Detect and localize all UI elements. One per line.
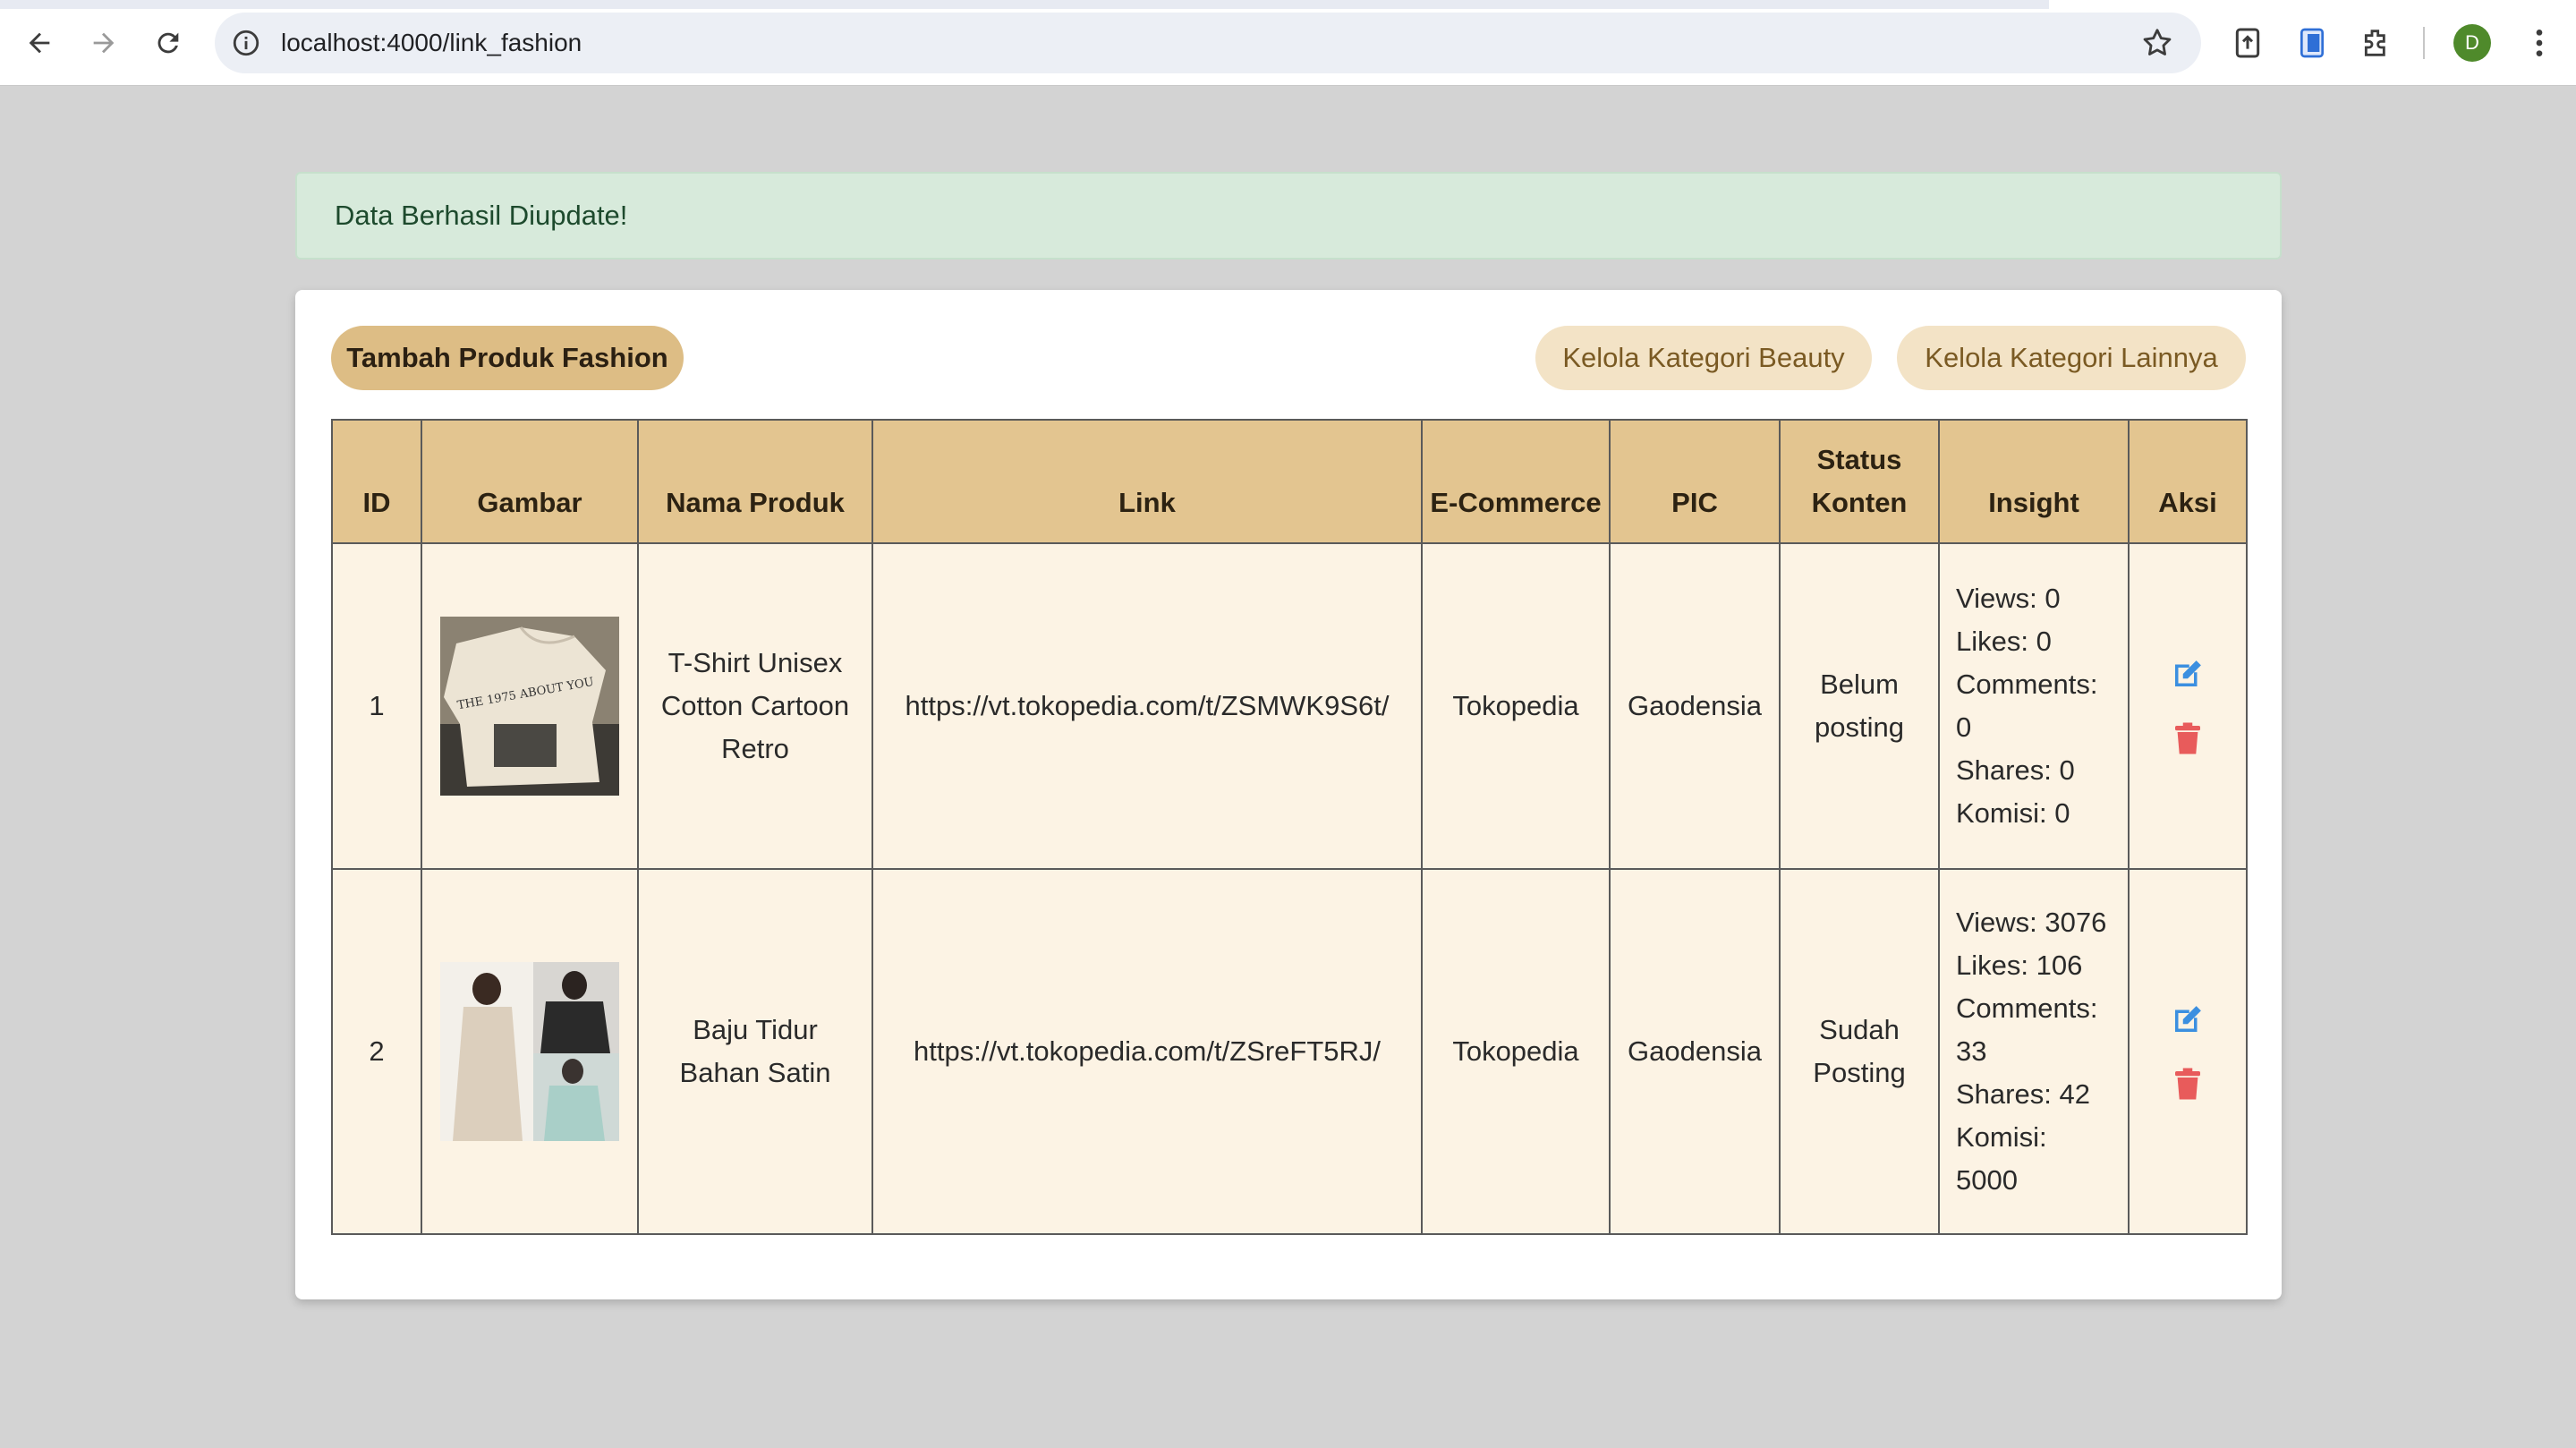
cell-insight: Views: 3076 Likes: 106 Comments: 33 Shar… — [1938, 868, 2130, 1235]
cell-pic: Gaodensia — [1609, 868, 1781, 1235]
manage-beauty-category-button[interactable]: Kelola Kategori Beauty — [1535, 326, 1872, 390]
insight-likes: Likes: 0 — [1956, 626, 2052, 657]
cell-aksi — [2128, 868, 2248, 1235]
add-fashion-product-button[interactable]: Tambah Produk Fashion — [331, 326, 684, 390]
cell-insight: Views: 0 Likes: 0 Comments: 0 Shares: 0 … — [1938, 542, 2130, 870]
table-row: 2 Baju Tidur Bahan Satin https://vt.toko… — [331, 868, 2248, 1235]
insight-komisi: Komisi: 0 — [1956, 797, 2070, 829]
success-alert: Data Berhasil Diupdate! — [295, 172, 2282, 260]
header-status-konten: Status Konten — [1779, 419, 1940, 544]
insight-comments: Comments: 33 — [1956, 992, 2098, 1067]
insight-comments: Comments: 0 — [1956, 669, 2098, 743]
star-icon[interactable] — [2140, 26, 2174, 60]
back-icon — [29, 32, 50, 54]
cell-image: THE 1975 ABOUT YOU — [421, 542, 639, 870]
trash-icon[interactable] — [2169, 1065, 2206, 1103]
profile-avatar[interactable]: D — [2453, 24, 2491, 62]
insight-komisi: Komisi: 5000 — [1956, 1121, 2047, 1196]
cell-status: Belum posting — [1779, 542, 1940, 870]
reload-icon — [157, 32, 179, 54]
extension-icon[interactable] — [2359, 25, 2394, 61]
cell-aksi — [2128, 542, 2248, 870]
cell-id: 1 — [331, 542, 422, 870]
table-row: 1 THE 1975 ABOUT YOU T-Shirt Unisex Cott… — [331, 542, 2248, 870]
cell-nama-produk: T-Shirt Unisex Cotton Cartoon Retro — [637, 542, 873, 870]
cell-ecommerce: Tokopedia — [1421, 542, 1611, 870]
loading-bar — [0, 0, 2049, 9]
toolbar-separator — [2423, 27, 2425, 59]
menu-icon[interactable] — [2521, 25, 2557, 61]
info-icon[interactable] — [231, 28, 261, 58]
header-link: Link — [871, 419, 1423, 544]
header-id: ID — [331, 419, 422, 544]
forward-icon — [93, 32, 115, 54]
forward-button[interactable] — [82, 21, 125, 64]
manage-other-category-button[interactable]: Kelola Kategori Lainnya — [1897, 326, 2246, 390]
header-aksi: Aksi — [2128, 419, 2248, 544]
cell-image — [421, 868, 639, 1235]
extension-docs-icon[interactable] — [2294, 25, 2330, 61]
header-nama-produk: Nama Produk — [637, 419, 873, 544]
fashion-products-table: ID Gambar Nama Produk Link E-Commerce PI… — [331, 419, 2248, 1235]
reload-button[interactable] — [147, 21, 190, 64]
cell-nama-produk: Baju Tidur Bahan Satin — [637, 868, 873, 1235]
product-image[interactable]: THE 1975 ABOUT YOU — [440, 617, 619, 796]
insight-shares: Shares: 0 — [1956, 754, 2075, 786]
content-card: Tambah Produk Fashion Kelola Kategori Be… — [295, 290, 2282, 1299]
cell-link[interactable]: https://vt.tokopedia.com/t/ZSreFT5RJ/ — [871, 868, 1423, 1235]
back-button[interactable] — [18, 21, 61, 64]
cell-id: 2 — [331, 868, 422, 1235]
insight-shares: Shares: 42 — [1956, 1078, 2090, 1110]
insight-likes: Likes: 106 — [1956, 950, 2083, 981]
header-ecommerce: E-Commerce — [1421, 419, 1611, 544]
alert-message: Data Berhasil Diupdate! — [335, 200, 628, 231]
table-header-row: ID Gambar Nama Produk Link E-Commerce PI… — [331, 419, 2248, 544]
trash-icon[interactable] — [2169, 720, 2206, 757]
cell-ecommerce: Tokopedia — [1421, 868, 1611, 1235]
product-image[interactable] — [440, 962, 619, 1141]
extension-share-icon[interactable] — [2230, 25, 2266, 61]
insight-views: Views: 3076 — [1956, 907, 2107, 938]
edit-icon[interactable] — [2169, 655, 2206, 693]
header-pic: PIC — [1609, 419, 1781, 544]
browser-toolbar: localhost:4000/link_fashion D — [0, 0, 2576, 86]
address-bar[interactable]: localhost:4000/link_fashion — [215, 13, 2201, 73]
insight-views: Views: 0 — [1956, 583, 2061, 614]
cell-status: Sudah Posting — [1779, 868, 1940, 1235]
cell-link[interactable]: https://vt.tokopedia.com/t/ZSMWK9S6t/ — [871, 542, 1423, 870]
edit-icon[interactable] — [2169, 1001, 2206, 1038]
header-gambar: Gambar — [421, 419, 639, 544]
url-text[interactable]: localhost:4000/link_fashion — [281, 13, 582, 73]
cell-pic: Gaodensia — [1609, 542, 1781, 870]
header-insight: Insight — [1938, 419, 2130, 544]
